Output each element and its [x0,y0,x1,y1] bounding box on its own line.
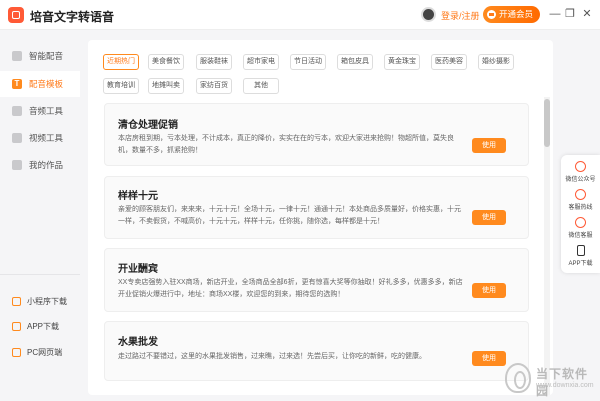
phone-hotline-icon [575,189,586,200]
login-register-link[interactable]: 登录/注册 [441,9,480,22]
sidebar-item-label: 视频工具 [29,133,64,143]
category-tag[interactable]: 服装鞋袜 [196,54,232,70]
side-item-label: 微信公众号 [565,177,596,183]
audio-tool-icon [12,106,22,116]
sidebar-item-my-works[interactable]: 我的作品 [0,152,80,178]
sidebar-item-label: 音频工具 [29,106,64,116]
bottom-item-label: PC网页端 [27,347,63,357]
category-tag[interactable]: 美食餐饮 [148,54,184,70]
use-button[interactable]: 使用 [472,138,506,153]
app-download-icon [576,245,585,256]
sidebar-item-video-tool[interactable]: 视频工具 [0,125,80,151]
template-title: 开业酬宾 [118,264,158,275]
phone-icon [12,321,21,331]
template-title: 样样十元 [118,191,158,202]
side-item-label: 微信客服 [568,233,593,239]
sidebar-item-label: 我的作品 [29,160,64,170]
category-tag[interactable]: 黄金珠宝 [384,54,420,70]
use-button[interactable]: 使用 [472,283,506,298]
template-card: 清仓处理促销 本店房租到期，亏本处理，不计成本，真正的降价，实实在在的亏本，欢迎… [104,103,529,166]
app-download-button[interactable]: APP下载 [561,243,600,271]
template-body: 走过路过不要错过，这里的水果批发销售，过来瞧，过来选！先尝后买，让你吃的新鲜，吃… [118,353,426,360]
template-body: XX专卖店强势入驻XX商场，新店开业，全场商品全部6折，更有惊喜大奖等你抽取！好… [118,279,463,298]
sidebar-item-label: 智能配音 [29,51,64,61]
bottom-item-label: 小程序下载 [27,296,67,306]
use-button[interactable]: 使用 [472,210,506,225]
sidebar-divider [0,274,80,275]
wechat-service-button[interactable]: 微信客服 [561,215,600,243]
title-bar: 培音文字转语音 登录/注册 开通会员 — ❐ ✕ [0,0,600,30]
category-tag[interactable]: 教育培训 [103,78,139,94]
scrollbar-thumb[interactable] [544,99,550,147]
hotline-button[interactable]: 客服热线 [561,187,600,215]
watermark-url: www.downxia.com [536,382,594,389]
vip-label: 开通会员 [499,9,534,19]
sidebar: 智能配音 T 配音模板 音频工具 视频工具 我的作品 小程序下载 APP下载 P… [0,31,80,401]
category-tag[interactable]: 节日活动 [290,54,326,70]
pc-icon [12,347,21,357]
mini-program-download[interactable]: 小程序下载 [0,292,80,310]
template-panel: 近期热门 美食餐饮 服装鞋袜 超市家电 节日活动 箱包皮具 黄金珠宝 医药美容 … [88,40,553,395]
template-title: 水果批发 [118,337,158,348]
category-tag[interactable]: 地摊叫卖 [148,78,184,94]
sidebar-item-label: 配音模板 [29,79,64,89]
folder-icon [12,160,22,170]
app-logo-icon [8,7,24,23]
template-card: 水果批发 走过路过不要错过，这里的水果批发销售，过来瞧，过来选！先尝后买，让你吃… [104,321,529,381]
avatar[interactable] [421,7,436,22]
smart-dub-icon [12,51,22,61]
category-tag[interactable]: 婚纱摄影 [478,54,514,70]
side-item-label: APP下载 [568,261,593,267]
minimize-button[interactable]: — [548,7,562,21]
app-download[interactable]: APP下载 [0,317,80,335]
template-title: 清仓处理促销 [118,120,178,131]
sidebar-item-audio-tool[interactable]: 音频工具 [0,98,80,124]
category-tag[interactable]: 家纺百货 [196,78,232,94]
side-item-label: 客服热线 [568,205,593,211]
wechat-service-icon [575,217,586,228]
template-body: 本店房租到期，亏本处理，不计成本，真正的降价，实实在在的亏本，欢迎大家进来抢购！… [118,135,454,154]
app-title: 培音文字转语音 [30,10,115,24]
maximize-button[interactable]: ❐ [563,7,577,21]
close-button[interactable]: ✕ [580,7,594,21]
category-tag[interactable]: 超市家电 [243,54,279,70]
mini-program-icon [12,296,21,306]
template-card: 样样十元 亲爱的顾客朋友们，来来来，十元十元！全场十元，一律十元！通通十元！本处… [104,176,529,239]
contact-panel: 微信公众号 客服热线 微信客服 APP下载 [561,155,600,273]
vip-button[interactable]: 开通会员 [483,6,540,23]
template-icon: T [12,79,22,89]
watermark: 当下软件园 www.downxia.com [500,360,596,398]
watermark-logo-icon [505,363,531,393]
category-tag[interactable]: 其他 [243,78,279,94]
bottom-item-label: APP下载 [27,321,60,331]
sidebar-item-template[interactable]: T 配音模板 [0,71,80,97]
category-tag[interactable]: 近期热门 [103,54,139,70]
category-tag[interactable]: 箱包皮具 [337,54,373,70]
template-body: 亲爱的顾客朋友们，来来来，十元十元！全场十元，一律十元！通通十元！本处商品多质量… [118,206,461,225]
video-tool-icon [12,133,22,143]
sidebar-item-smart-dub[interactable]: 智能配音 [0,43,80,69]
wechat-official-icon [575,161,586,172]
category-tag[interactable]: 医药美容 [431,54,467,70]
pc-web-link[interactable]: PC网页端 [0,343,80,361]
crown-icon [487,10,496,19]
template-card: 开业酬宾 XX专卖店强势入驻XX商场，新店开业，全场商品全部6折，更有惊喜大奖等… [104,248,529,312]
wechat-official-button[interactable]: 微信公众号 [561,159,600,187]
